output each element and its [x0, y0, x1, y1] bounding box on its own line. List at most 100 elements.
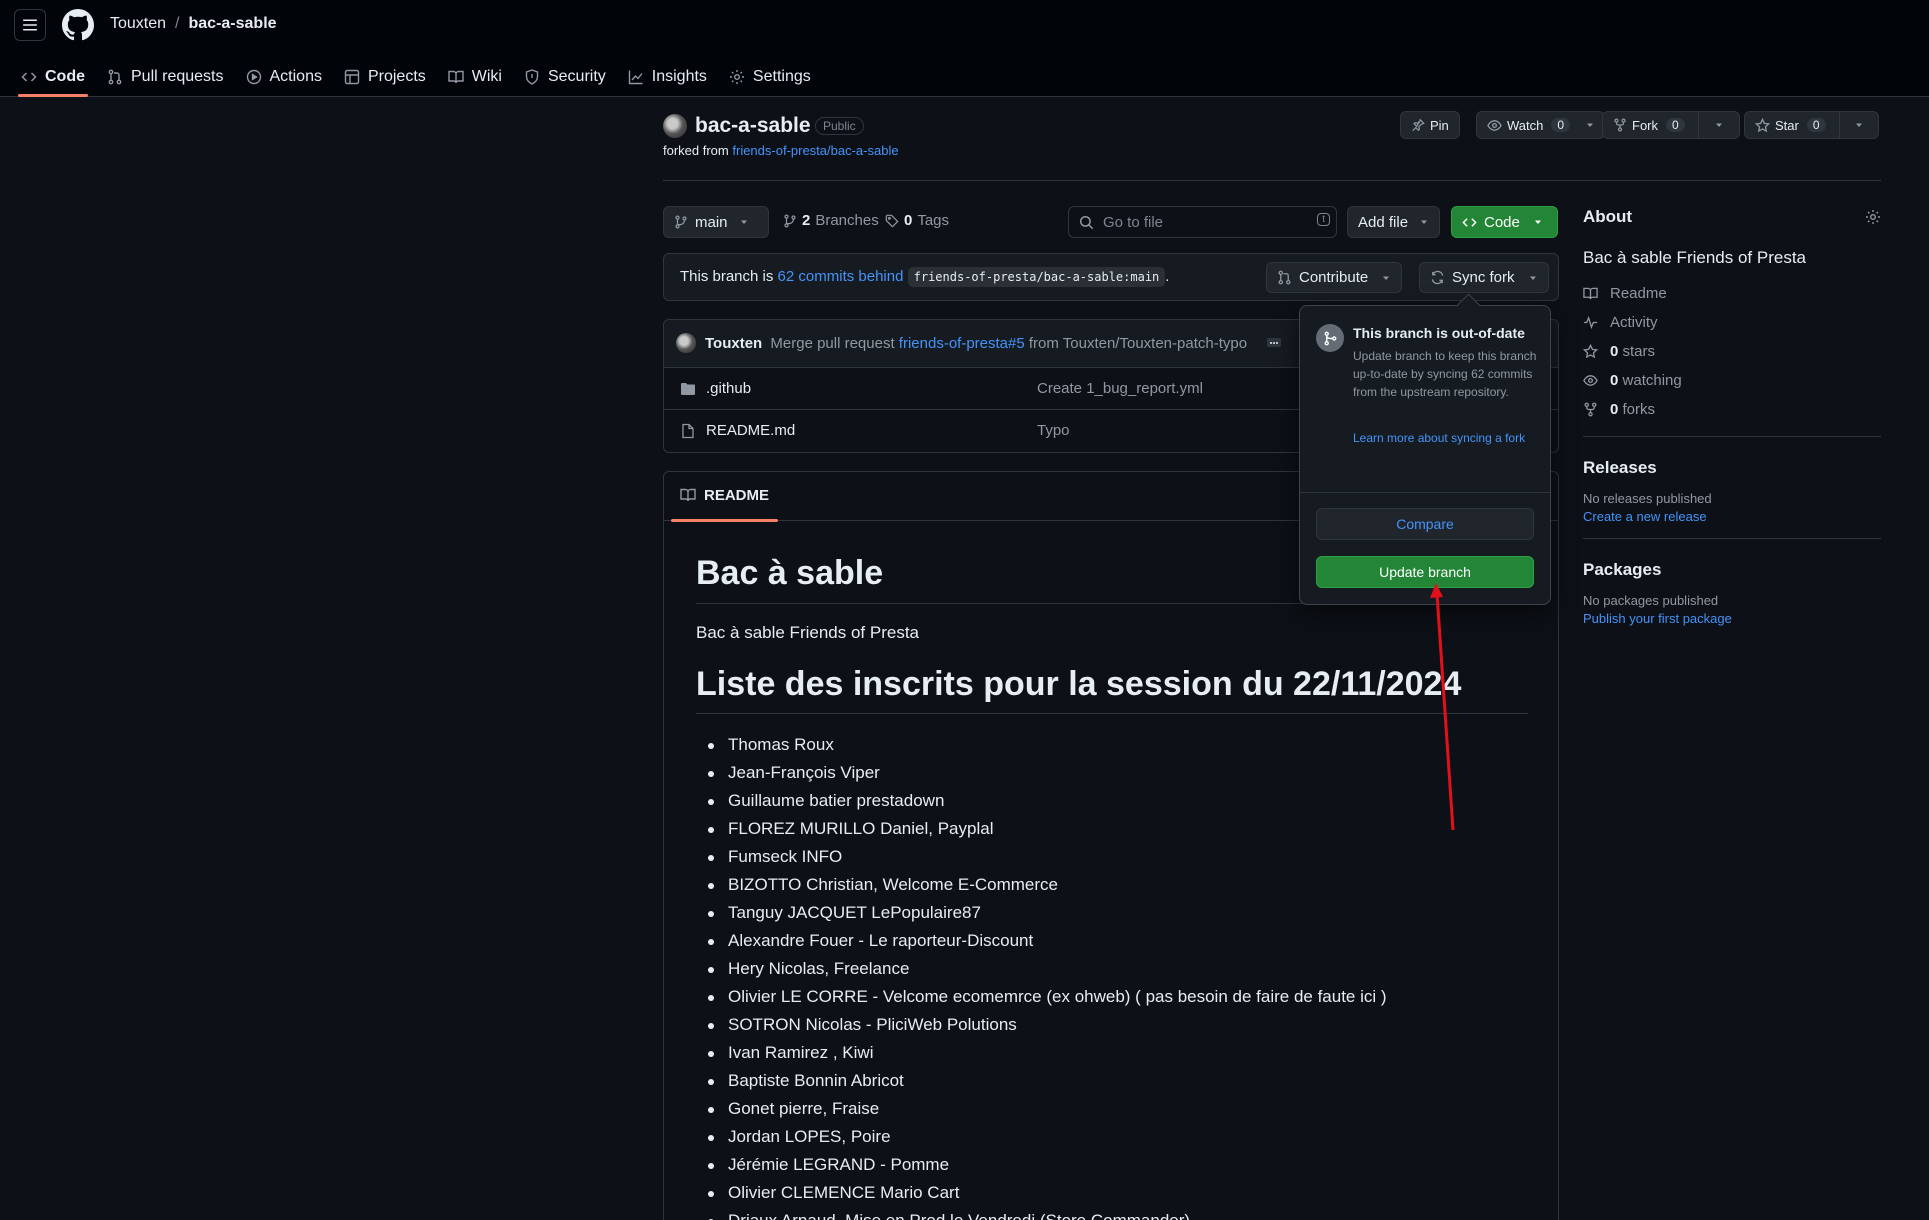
compare-button[interactable]: Compare [1316, 508, 1534, 540]
file-icon [680, 423, 696, 439]
star-button[interactable]: Star 0 [1744, 111, 1879, 139]
popover-title: This branch is out-of-date [1353, 325, 1525, 341]
tab-projects[interactable]: Projects [333, 58, 437, 96]
tab-label: Insights [651, 68, 707, 85]
commit-pr-link[interactable]: friends-of-presta#5 [899, 335, 1025, 352]
activity-label: Activity [1610, 314, 1658, 331]
session-heading: Liste des inscrits pour la session du 22… [696, 665, 1528, 714]
commit-author-avatar[interactable] [676, 333, 696, 353]
readme-tab[interactable]: README [670, 487, 779, 522]
file-commit-message[interactable]: Create 1_bug_report.yml [1037, 380, 1203, 397]
list-item: Jérémie LEGRAND - Pomme [696, 1151, 1387, 1179]
gear-icon [729, 69, 745, 85]
forked-from-link[interactable]: friends-of-presta/bac-a-sable [732, 143, 898, 158]
sync-fork-button[interactable]: Sync fork [1419, 262, 1549, 293]
branches-link[interactable]: 2 Branches [783, 212, 879, 229]
stars-link[interactable]: 0 stars [1583, 337, 1881, 366]
tags-link[interactable]: 0 Tags [885, 212, 949, 229]
code-icon [21, 69, 37, 85]
watch-button[interactable]: Watch 0 [1476, 111, 1606, 139]
tab-pull-requests[interactable]: Pull requests [96, 58, 235, 96]
update-branch-button[interactable]: Update branch [1316, 556, 1534, 588]
go-to-file-input[interactable]: Go to file t [1068, 206, 1337, 238]
activity-link[interactable]: Activity [1583, 308, 1881, 337]
learn-more-link[interactable]: Learn more about syncing a fork [1353, 429, 1539, 447]
chevron-down-icon[interactable] [1575, 112, 1604, 138]
expand-commit-button[interactable] [1267, 338, 1281, 347]
list-item: Driaux Arnaud, Mise en Prod le Vendredi … [696, 1207, 1387, 1220]
graph-icon [628, 69, 644, 85]
watching-label: watching [1622, 372, 1682, 389]
owner-avatar[interactable] [663, 114, 687, 138]
chevron-down-icon[interactable] [1697, 112, 1739, 138]
list-item: Fumseck INFO [696, 843, 1387, 871]
watch-count: 0 [1551, 118, 1571, 132]
code-icon [1462, 215, 1477, 230]
file-commit-message[interactable]: Typo [1037, 422, 1070, 439]
forks-link[interactable]: 0 forks [1583, 395, 1881, 424]
tab-label: Wiki [471, 68, 502, 85]
commit-message-suffix: from Touxten/Touxten-patch-typo [1028, 335, 1248, 352]
status-prefix: This branch is [680, 268, 774, 285]
list-item: FLOREZ MURILLO Daniel, Payplal [696, 815, 1387, 843]
readme-link-label: Readme [1610, 285, 1667, 302]
star-icon [1583, 344, 1598, 359]
tags-label: Tags [917, 212, 950, 229]
search-icon [1079, 215, 1094, 230]
fork-icon [1613, 118, 1627, 132]
about-title: About [1583, 207, 1633, 226]
list-item: Jean-François Viper [696, 759, 1387, 787]
add-file-button[interactable]: Add file [1347, 206, 1441, 238]
breadcrumb-separator: / [175, 15, 180, 32]
tab-code[interactable]: Code [10, 58, 96, 97]
watch-label: Watch [1507, 117, 1544, 133]
releases-title[interactable]: Releases [1583, 458, 1881, 478]
chevron-down-icon [1381, 273, 1391, 283]
branch-icon [674, 215, 688, 229]
pin-icon [1411, 118, 1425, 132]
list-item: Olivier LE CORRE - Velcome ecomemrce (ex… [696, 983, 1387, 1011]
chevron-down-icon [1419, 217, 1429, 227]
packages-title[interactable]: Packages [1583, 560, 1881, 580]
publish-package-link[interactable]: Publish your first package [1583, 611, 1732, 626]
about-description: Bac à sable Friends of Presta [1583, 248, 1807, 267]
fork-status-text: This branch is 62 commits behind friends… [680, 267, 1169, 287]
commit-author[interactable]: Touxten [705, 335, 762, 352]
file-name[interactable]: .github [706, 380, 751, 397]
branch-icon [783, 214, 797, 228]
branch-name: main [695, 213, 728, 231]
fork-button[interactable]: Fork 0 [1602, 111, 1740, 139]
repo-title[interactable]: bac-a-sable [695, 114, 811, 138]
tab-settings[interactable]: Settings [718, 58, 822, 96]
file-name[interactable]: README.md [706, 422, 795, 439]
chevron-down-icon [739, 217, 749, 227]
menu-button[interactable] [14, 9, 46, 41]
tab-wiki[interactable]: Wiki [437, 58, 513, 96]
tab-actions[interactable]: Actions [235, 58, 333, 96]
breadcrumb-owner[interactable]: Touxten [110, 15, 166, 33]
star-icon [1755, 117, 1770, 133]
forks-label: forks [1622, 401, 1656, 418]
breadcrumb-repo[interactable]: bac-a-sable [189, 15, 277, 33]
attendee-list: Thomas Roux Jean-François Viper Guillaum… [696, 731, 1387, 1220]
github-logo-icon[interactable] [62, 9, 94, 46]
tab-insights[interactable]: Insights [617, 58, 718, 96]
packages-section: Packages No packages published Publish y… [1583, 538, 1881, 628]
branch-selector[interactable]: main [663, 206, 769, 238]
watching-link[interactable]: 0 watching [1583, 366, 1881, 395]
gear-icon[interactable] [1865, 209, 1881, 225]
contribute-button[interactable]: Contribute [1266, 262, 1403, 293]
create-release-link[interactable]: Create a new release [1583, 509, 1707, 524]
pin-button[interactable]: Pin [1400, 111, 1460, 139]
fork-icon [1583, 402, 1598, 417]
releases-empty: No releases published [1583, 491, 1712, 506]
commits-behind-link[interactable]: 62 commits behind [778, 268, 904, 285]
fork-label: Fork [1632, 117, 1658, 133]
stars-label: stars [1622, 343, 1656, 360]
chevron-down-icon[interactable] [1838, 112, 1878, 138]
readme-link[interactable]: Readme [1583, 279, 1881, 308]
code-button[interactable]: Code [1451, 206, 1558, 238]
tab-security[interactable]: Security [513, 58, 617, 96]
keyboard-shortcut: t [1317, 213, 1330, 226]
stars-count: 0 [1610, 343, 1619, 360]
